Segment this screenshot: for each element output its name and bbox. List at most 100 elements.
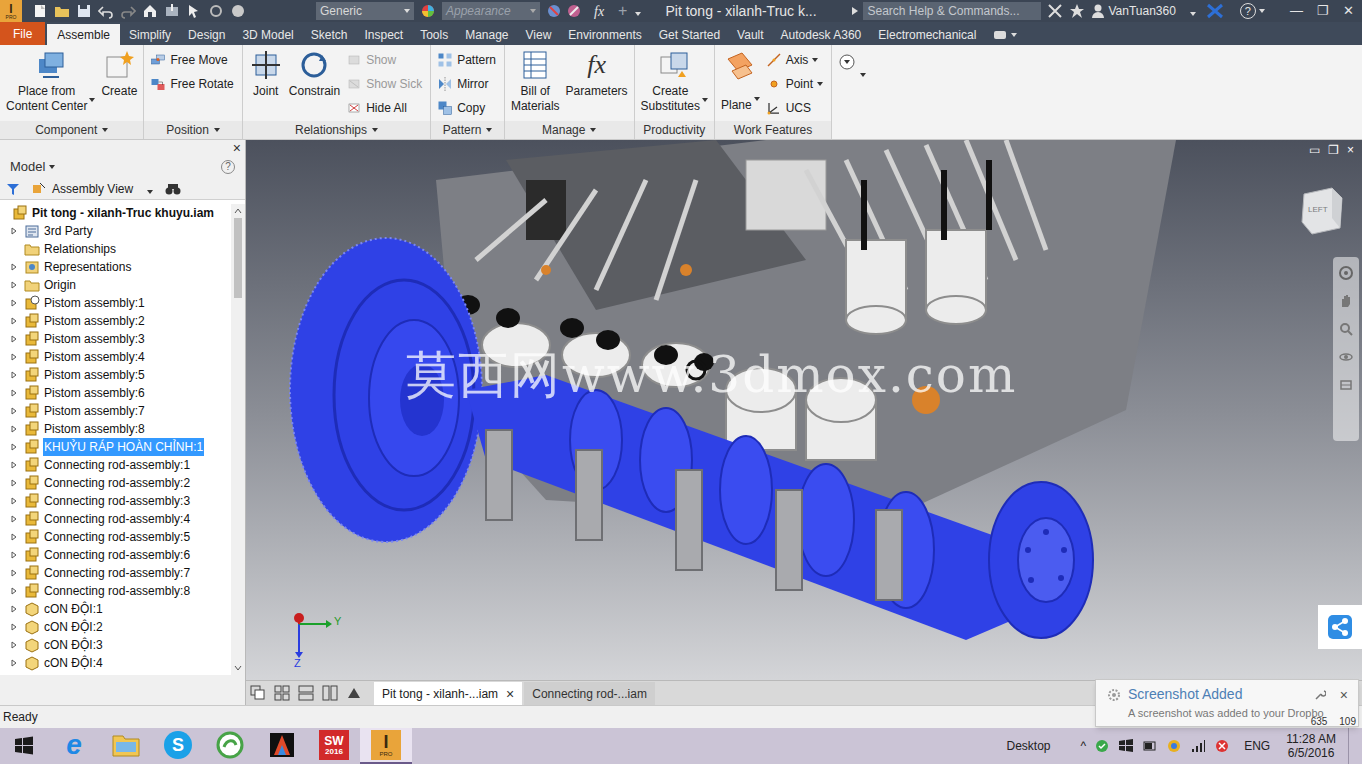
help-button[interactable]: ? (1240, 3, 1265, 19)
tree-item-icon[interactable] (24, 223, 40, 239)
window-control[interactable]: ✕ (1343, 1, 1354, 21)
tool-icon[interactable] (150, 76, 166, 92)
return-icon[interactable] (164, 3, 180, 19)
tree-item-icon[interactable] (24, 403, 40, 419)
window-control[interactable]: — (1290, 1, 1303, 21)
tree-item-label[interactable]: Pistom assembly:5 (43, 366, 146, 384)
tool-label[interactable]: Axis (786, 51, 809, 69)
tree-item[interactable]: Connecting rod-assembly:3 (0, 492, 231, 510)
user-icon[interactable] (1091, 3, 1105, 19)
tree-item-label[interactable]: Connecting rod-assembly:1 (43, 456, 191, 474)
ribbon-tool[interactable]: Constrain (289, 49, 340, 99)
tree-item[interactable]: Connecting rod-assembly:7 (0, 564, 231, 582)
document-window-control[interactable]: ❐ (1328, 144, 1339, 156)
tree-item-label[interactable]: Pistom assembly:8 (43, 420, 146, 438)
arrange-vertical-icon[interactable] (322, 685, 338, 701)
tree-item-label[interactable]: Representations (43, 258, 132, 276)
settings-wrench-icon[interactable] (1314, 689, 1326, 701)
user-name[interactable]: VanTuan360 (1108, 2, 1175, 20)
expand-arrow-icon[interactable] (8, 369, 20, 381)
tool-icon[interactable] (346, 76, 362, 92)
group-label[interactable]: Productivity (643, 121, 705, 139)
tool-icon[interactable] (150, 52, 166, 68)
network-icon[interactable] (1190, 738, 1206, 754)
dropdown-arrow-icon[interactable] (812, 58, 818, 62)
expand-arrow-icon[interactable] (8, 513, 20, 525)
scroll-thumb[interactable] (234, 218, 242, 298)
save-icon[interactable] (76, 3, 92, 19)
battery-icon[interactable] (1142, 738, 1158, 754)
ribbon-tool[interactable]: UCS (766, 97, 825, 119)
tree-item[interactable]: Origin (0, 276, 231, 294)
dropdown-arrow-icon[interactable] (590, 128, 596, 132)
expand-arrow-icon[interactable] (8, 585, 20, 597)
material-dropdown[interactable]: Generic (316, 2, 414, 20)
expand-arrow-icon[interactable] (8, 279, 20, 291)
select-icon[interactable] (186, 3, 202, 19)
dropdown-arrow-icon[interactable] (486, 128, 492, 132)
expand-arrow-icon[interactable] (8, 639, 20, 651)
arrange-horizontal-icon[interactable] (298, 685, 314, 701)
ribbon-tool[interactable]: Point (766, 73, 825, 95)
browser-tray-icon[interactable] (1166, 738, 1182, 754)
undo-icon[interactable] (98, 3, 114, 19)
tree-item-label[interactable]: cON ĐỘI:1 (43, 600, 104, 618)
language-indicator[interactable]: ENG (1244, 737, 1270, 755)
document-tab-close[interactable]: × (506, 687, 514, 701)
ribbon-tab[interactable]: Autodesk A360 (773, 24, 870, 45)
expand-arrow-icon[interactable] (8, 459, 20, 471)
dropdown-arrow-icon[interactable] (1011, 33, 1017, 37)
tree-item-label[interactable]: Pistom assembly:6 (43, 384, 146, 402)
start-button-icon[interactable] (0, 728, 48, 764)
tree-item[interactable]: Pistom assembly:8 (0, 420, 231, 438)
tool-label[interactable]: Hide All (366, 99, 407, 117)
tree-item[interactable]: 3rd Party (0, 222, 231, 240)
expand-arrow-icon[interactable] (8, 567, 20, 579)
ribbon-tab[interactable]: Inspect (356, 24, 411, 45)
dropdown-arrow-icon[interactable] (1190, 12, 1196, 16)
ribbon-tool[interactable]: Create (101, 49, 137, 99)
ribbon-tool[interactable]: fx Parameters (566, 49, 628, 99)
ribbon-tab[interactable]: Tools (412, 24, 456, 45)
expand-search-icon[interactable] (851, 6, 859, 16)
expand-arrow-icon[interactable] (8, 297, 20, 309)
tool-label[interactable]: Pattern (457, 51, 496, 69)
taskbar-app[interactable] (100, 728, 152, 764)
expand-arrow-icon[interactable] (8, 441, 20, 453)
tool-label[interactable]: Place from Content Center (6, 84, 87, 114)
tool-label[interactable]: Joint (253, 84, 278, 99)
add-button[interactable]: + (618, 0, 627, 23)
tree-item-icon[interactable] (24, 565, 40, 581)
dropdown-arrow-icon[interactable] (817, 82, 823, 86)
tree-item-label[interactable]: Connecting rod-assembly:8 (43, 582, 191, 600)
tree-item-label[interactable]: Pit tong - xilanh-Truc khuyu.iam (31, 204, 215, 222)
tree-item[interactable]: cON ĐỘI:1 (0, 600, 231, 618)
tree-item[interactable]: Pistom assembly:1 (0, 294, 231, 312)
tool-label[interactable]: Parameters (566, 84, 628, 99)
clock[interactable]: 11:28 AM6/5/2016 (1286, 732, 1336, 760)
tree-item-icon[interactable] (24, 259, 40, 275)
document-tab-label[interactable]: Pit tong - xilanh-...iam (382, 685, 498, 703)
tree-item-icon[interactable] (24, 655, 40, 671)
tree-item[interactable]: Relationships (0, 240, 231, 258)
browser-view-dropdown[interactable]: Assembly View (52, 180, 133, 198)
ribbon-tool[interactable]: Pattern (437, 49, 498, 71)
tree-item-icon[interactable] (24, 439, 40, 455)
internet-explorer-icon[interactable]: e (60, 731, 88, 759)
tree-item[interactable]: Connecting rod-assembly:1 (0, 456, 231, 474)
parameters-icon[interactable]: fx (581, 49, 613, 81)
tree-item[interactable]: Pistom assembly:3 (0, 330, 231, 348)
clock-date[interactable]: 6/5/2016 (1288, 746, 1335, 760)
tree-item[interactable]: Connecting rod-assembly:5 (0, 528, 231, 546)
ribbon-tab[interactable]: Assemble (47, 24, 120, 45)
tool-label[interactable]: Constrain (289, 84, 340, 99)
tree-item-label[interactable]: Pistom assembly:3 (43, 330, 146, 348)
tool-label[interactable]: Show (366, 51, 396, 69)
view-cube-label[interactable]: LEFT (1308, 204, 1328, 216)
expand-arrow-icon[interactable] (8, 333, 20, 345)
tree-item-icon[interactable] (24, 493, 40, 509)
tool-label[interactable]: UCS (786, 99, 811, 117)
dropdown-arrow-icon[interactable] (702, 98, 708, 102)
inventor-icon[interactable]: IPRO (371, 730, 401, 760)
clear-appearance-icon[interactable] (546, 3, 564, 19)
